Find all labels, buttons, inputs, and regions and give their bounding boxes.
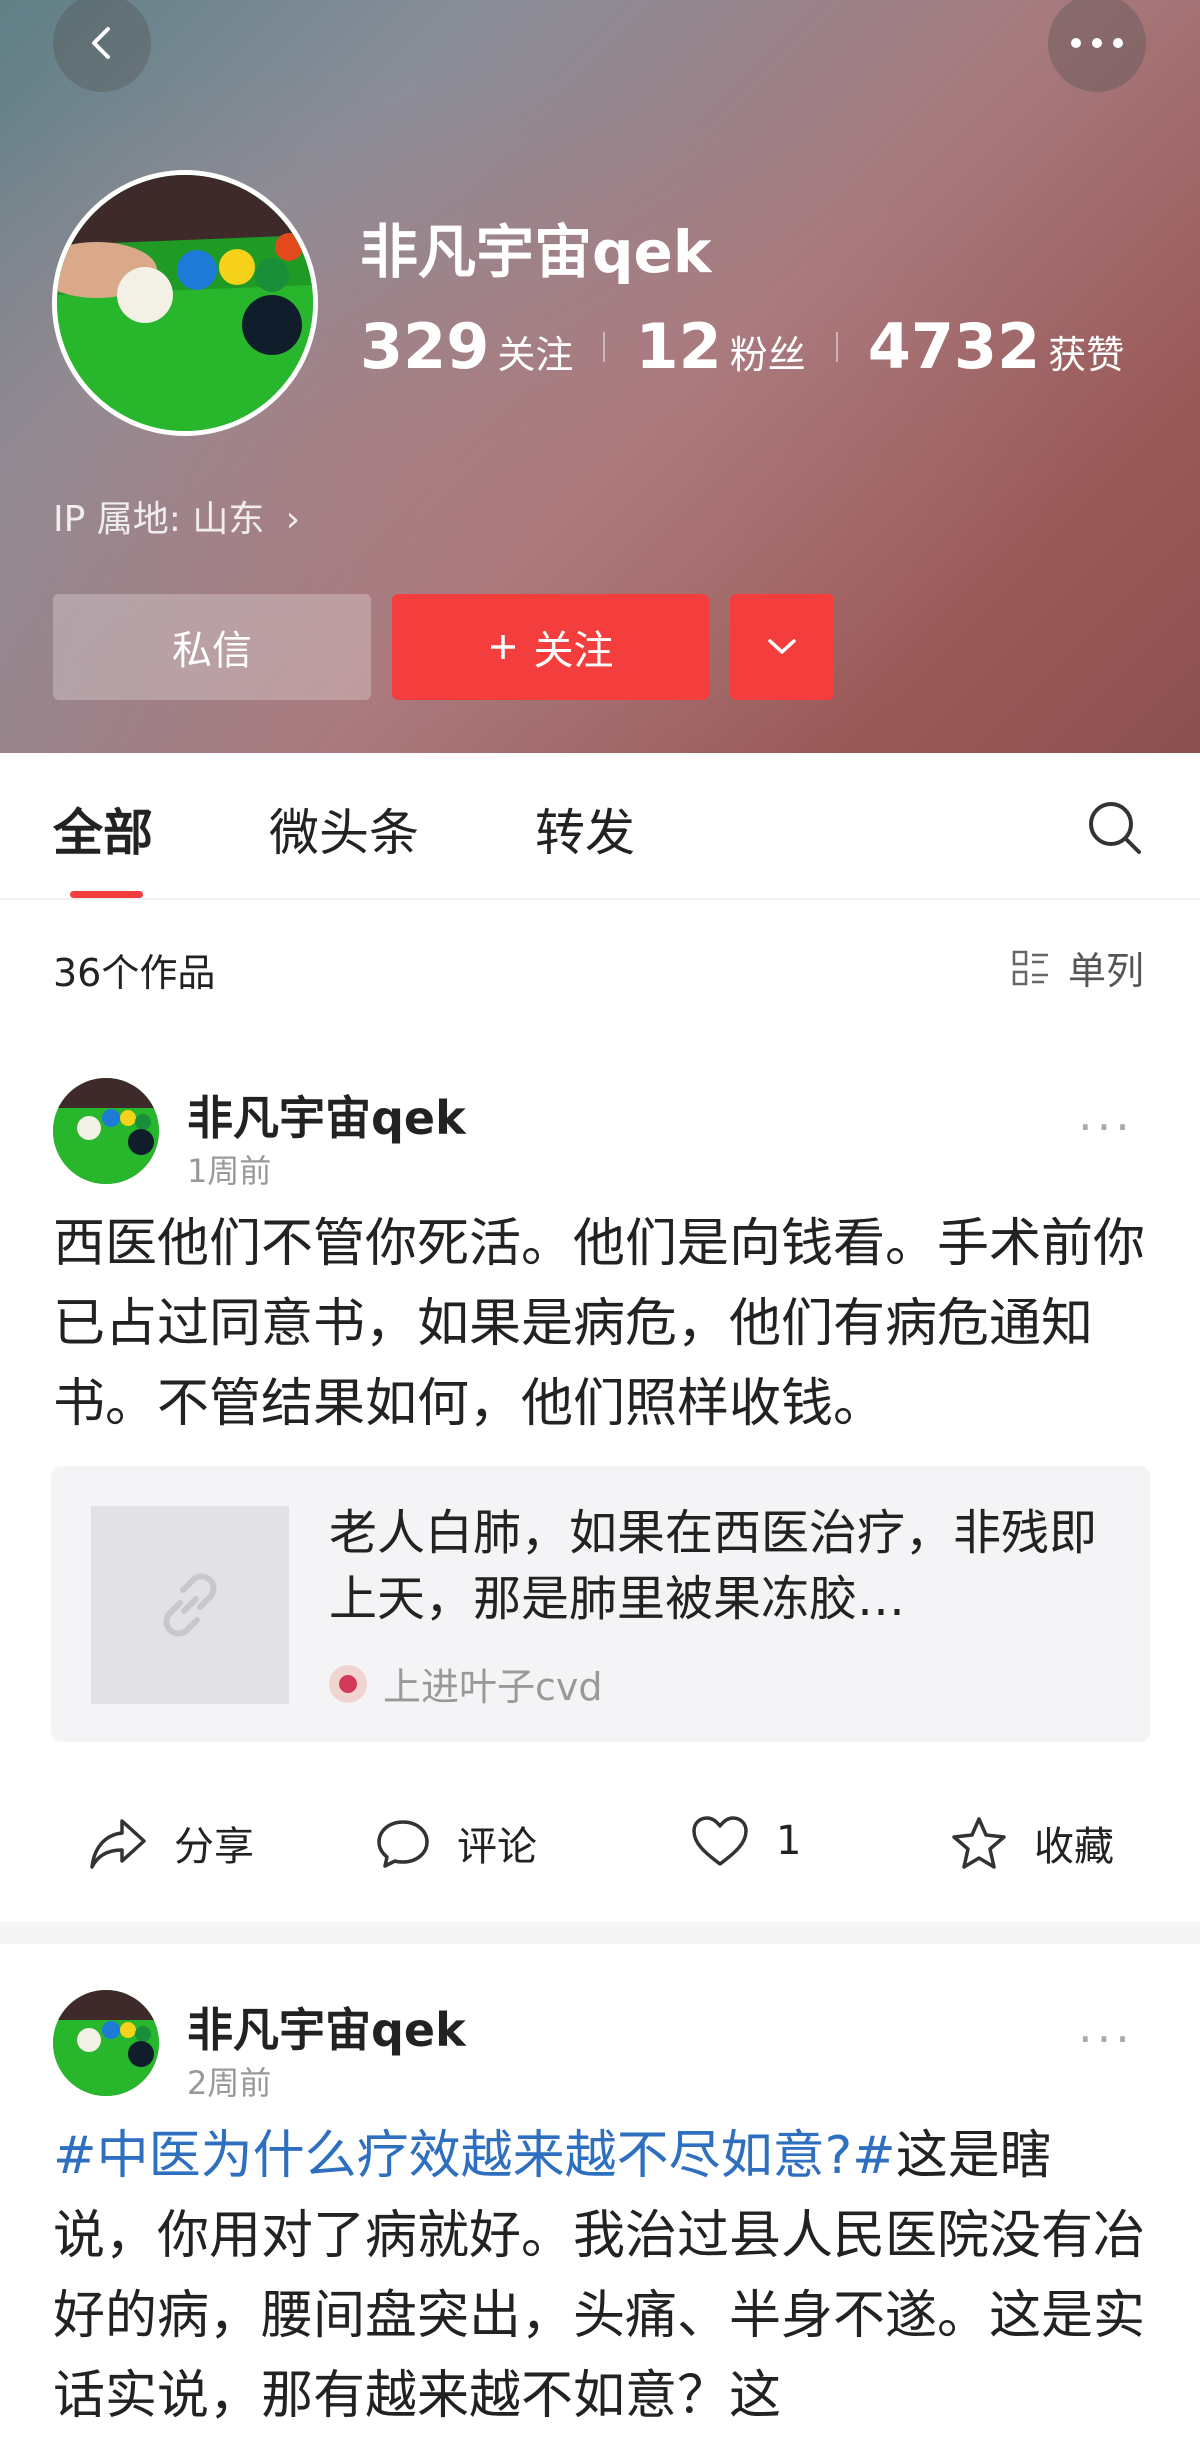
post-body[interactable]: 西医他们不管你死活。他们是向钱看。手术前你已占过同意书，如果是病危，他们有病危通… (53, 1204, 1153, 1444)
following-label[interactable]: 关注 (497, 324, 573, 379)
link-title: 老人白肺，如果在西医治疗，非残即上天，那是肺里被果冻胶… (329, 1505, 1098, 1627)
message-button[interactable]: 私信 (53, 594, 371, 700)
share-button[interactable]: 分享 (88, 1814, 254, 1872)
post-author-avatar[interactable] (53, 1990, 159, 2096)
comment-icon (377, 1820, 429, 1868)
back-button[interactable] (53, 0, 151, 92)
like-button[interactable]: 1 (690, 1814, 801, 1868)
stat-divider (835, 331, 838, 362)
post-body[interactable]: #中医为什么疗效越来越不尽如意?#这是瞎说，你用对了病就好。我治过县人民医院没有… (53, 2116, 1153, 2436)
post-author-avatar[interactable] (53, 1078, 159, 1184)
link-source: 上进叶子cvd (329, 1656, 603, 1711)
ip-location[interactable]: IP 属地: 山东 › (53, 490, 300, 542)
chevron-down-icon (768, 639, 796, 654)
active-tab-indicator (70, 891, 143, 898)
topic-hashtag-link[interactable]: #中医为什么疗效越来越不尽如意?# (53, 2126, 896, 2186)
link-icon (163, 1573, 217, 1637)
likes-count: 4732 (867, 310, 1041, 383)
view-mode-label: 单列 (1068, 949, 1145, 993)
link-thumbnail (91, 1506, 289, 1704)
share-icon (90, 1819, 146, 1869)
post-author-name[interactable]: 非凡宇宙qek (187, 1082, 466, 1148)
link-source-name: 上进叶子cvd (383, 1665, 603, 1709)
shared-link-card[interactable]: 老人白肺，如果在西医治疗，非残即上天，那是肺里被果冻胶… 上进叶子cvd (51, 1466, 1150, 1742)
follow-button-label: 关注 (533, 628, 614, 674)
comment-label: 评论 (457, 1824, 537, 1870)
profile-stats: 329 关注 12 粉丝 4732 获赞 (360, 310, 1124, 383)
post-actions: 分享 评论 1 收藏 (0, 1786, 1200, 1906)
tab-reposts[interactable]: 转发 (535, 793, 635, 865)
list-view-icon (1012, 950, 1048, 985)
profile-avatar[interactable] (52, 170, 318, 436)
followers-label[interactable]: 粉丝 (730, 324, 806, 379)
message-button-label: 私信 (172, 628, 252, 674)
stat-divider (603, 331, 606, 362)
collect-label: 收藏 (1034, 1824, 1114, 1870)
comment-button[interactable]: 评论 (375, 1814, 537, 1872)
billiards-avatar-image (57, 175, 313, 431)
profile-username: 非凡宇宙qek (360, 218, 712, 286)
star-icon (952, 1817, 1006, 1869)
heart-icon (692, 1816, 748, 1866)
more-dots-icon (1071, 38, 1123, 48)
share-label: 分享 (174, 1824, 254, 1870)
more-button[interactable] (1048, 0, 1146, 92)
search-icon[interactable] (1085, 798, 1145, 858)
profile-header: 非凡宇宙qek 329 关注 12 粉丝 4732 获赞 IP 属地: 山东 ›… (0, 0, 1200, 753)
source-avatar (329, 1664, 367, 1703)
works-count: 36个作品 (53, 951, 216, 995)
followers-count[interactable]: 12 (635, 310, 721, 383)
post-more-icon[interactable]: ··· (1078, 1100, 1134, 1154)
post-more-icon[interactable]: ··· (1078, 2012, 1134, 2066)
chevron-right-icon: › (285, 499, 301, 540)
following-count[interactable]: 329 (360, 310, 489, 383)
post-timestamp: 1周前 (187, 1152, 272, 1190)
post-timestamp: 2周前 (187, 2064, 272, 2102)
post-divider (0, 1922, 1200, 1944)
tab-micro-headlines[interactable]: 微头条 (269, 793, 419, 865)
follow-button[interactable]: 关注 (392, 594, 709, 700)
recommend-dropdown-button[interactable] (730, 594, 834, 700)
post-author-name[interactable]: 非凡宇宙qek (187, 1994, 466, 2060)
plus-icon (490, 635, 515, 659)
ip-location-text: IP 属地: 山东 (53, 499, 265, 540)
billiards-avatar-image (53, 1078, 159, 1184)
like-count: 1 (776, 1818, 802, 1864)
tab-all[interactable]: 全部 (53, 793, 153, 865)
likes-label: 获赞 (1048, 333, 1125, 377)
billiards-avatar-image (53, 1990, 159, 2096)
collect-button[interactable]: 收藏 (950, 1814, 1114, 1872)
back-arrow-icon (92, 27, 110, 59)
content-tabs: 全部 微头条 转发 (0, 753, 1200, 900)
view-mode-toggle[interactable]: 单列 (1012, 940, 1144, 995)
